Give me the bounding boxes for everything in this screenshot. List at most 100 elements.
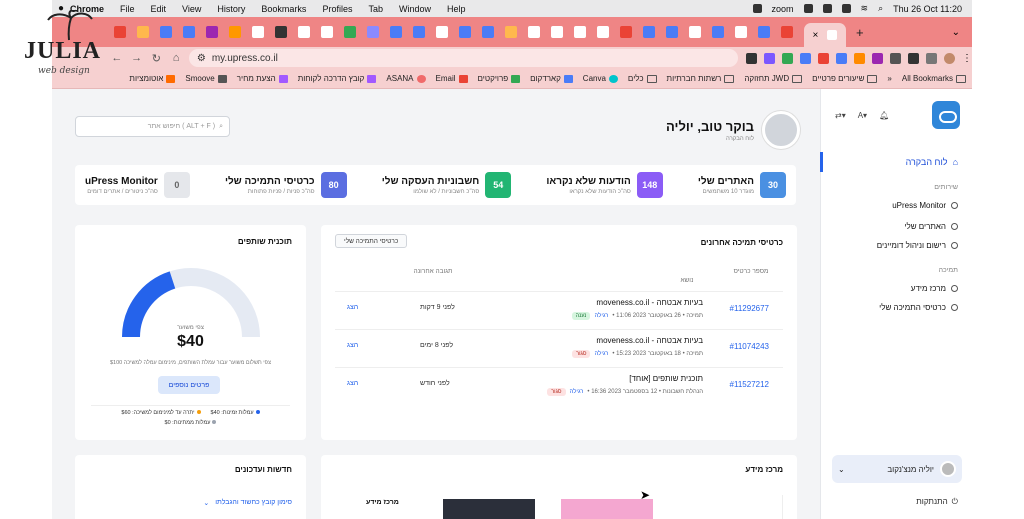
tab-favicon[interactable] (528, 26, 540, 38)
tab-favicon[interactable] (482, 26, 494, 38)
tab-favicon[interactable] (160, 26, 172, 38)
tab-favicon[interactable] (620, 26, 632, 38)
language-icon[interactable]: ⇄▾ (835, 111, 846, 120)
address-bar[interactable]: ⚙ my.upress.co.il (188, 49, 738, 67)
menu-file[interactable]: File (120, 4, 135, 14)
clock[interactable]: Thu 26 Oct 11:20 (893, 4, 962, 14)
tab-favicon[interactable] (229, 26, 241, 38)
stat-item[interactable]: 30 האתרים שלי מוגדר 10 משתמשים (698, 171, 786, 199)
ticket-number[interactable]: #11527212 (730, 380, 769, 389)
extension-icon[interactable] (799, 52, 811, 64)
status-icon[interactable] (803, 4, 813, 13)
profile-avatar[interactable] (943, 52, 955, 64)
extension-icon[interactable] (853, 52, 865, 64)
puzzle-icon[interactable] (889, 52, 901, 64)
tab-search-chevron-icon[interactable]: ⌄ (952, 27, 960, 38)
bookmarks-overflow-icon[interactable]: » (887, 74, 891, 83)
zoom-label[interactable]: zoom (772, 4, 794, 14)
stat-item[interactable]: 148 הודעות שלא נקראו סה"כ הודעות שלא נקר… (546, 171, 663, 199)
download-icon[interactable] (907, 52, 919, 64)
tab-favicon[interactable] (505, 26, 517, 38)
new-tab-button[interactable]: + (856, 25, 864, 40)
bookmark-folder[interactable]: רשתות חברתיות (667, 74, 735, 83)
translate-icon[interactable]: A▾ (858, 111, 867, 120)
tab-favicon[interactable] (735, 26, 747, 38)
news-item[interactable]: סימון קובץ כחשוד והגבלתו ⌄ (203, 499, 292, 507)
site-search-input[interactable]: חיפוש אתר ( ALT + F ) ⌕ (75, 116, 230, 137)
tab-favicon[interactable] (413, 26, 425, 38)
view-ticket-link[interactable]: הצג (347, 304, 358, 311)
back-icon[interactable]: ← (110, 52, 124, 64)
tab-favicon[interactable] (436, 26, 448, 38)
stat-item[interactable]: 80 כרטיסי התמיכה שלי סה"כ פניות / פניות … (225, 171, 347, 199)
tab-favicon[interactable] (206, 26, 218, 38)
sidebar-item-monitor[interactable]: uPress Monitor (892, 201, 958, 210)
menu-window[interactable]: Window (399, 4, 431, 14)
article-thumbnail[interactable] (561, 499, 653, 519)
tab-favicon[interactable] (137, 26, 149, 38)
menu-profiles[interactable]: Profiles (322, 4, 352, 14)
tab-favicon[interactable] (689, 26, 701, 38)
bookmark-all[interactable]: All Bookmarks (902, 74, 966, 83)
view-ticket-link[interactable]: הצג (347, 380, 358, 387)
user-menu[interactable]: יוליה מנצ'נקוב ⌄ (832, 455, 962, 483)
menu-help[interactable]: Help (447, 4, 466, 14)
url-text[interactable]: my.upress.co.il (212, 53, 278, 64)
extension-icon[interactable] (763, 52, 775, 64)
bookmark-projects[interactable]: פרויקטים (478, 74, 521, 83)
tab-favicon[interactable] (781, 26, 793, 38)
site-info-icon[interactable]: ⚙ (197, 53, 206, 64)
tab-favicon[interactable] (712, 26, 724, 38)
table-row[interactable]: #11074243 בעיות אבטחה - moveness.co.il ת… (335, 329, 783, 366)
more-details-button[interactable]: פרטים נוספים (158, 376, 220, 394)
tab-favicon[interactable] (367, 26, 379, 38)
menu-edit[interactable]: Edit (151, 4, 167, 14)
tab-favicon[interactable] (551, 26, 563, 38)
tab-favicon[interactable] (298, 26, 310, 38)
tab-favicon[interactable] (574, 26, 586, 38)
menu-history[interactable]: History (217, 4, 245, 14)
bookmark-quote[interactable]: הצעת מחיר (237, 74, 288, 83)
tab-favicon[interactable] (344, 26, 356, 38)
ticket-number[interactable]: #11292677 (730, 304, 769, 313)
tab-favicon[interactable] (643, 26, 655, 38)
sidebar-item-dashboard[interactable]: ⌂ לוח הבקרה (906, 157, 958, 167)
ticket-subject[interactable]: בעיות אבטחה - moveness.co.il (596, 298, 703, 307)
tab-favicon[interactable] (114, 26, 126, 38)
bookmark-smoove[interactable]: Smoove (185, 74, 227, 83)
bookmark-folder[interactable]: תחזוקה JWD (744, 74, 803, 83)
sidebar-item-sites[interactable]: האתרים שלי (904, 222, 958, 231)
bell-icon[interactable]: 🔔︎ (879, 111, 889, 120)
bookmark-email[interactable]: Email (436, 74, 468, 83)
forward-icon[interactable]: → (130, 52, 144, 64)
bookmark-folder[interactable]: כלים (628, 74, 657, 83)
menu-tab[interactable]: Tab (368, 4, 383, 14)
logout-link[interactable]: ⏻ התנתקות (916, 497, 958, 507)
table-row[interactable]: #11527212 תוכנית שותפים [אוחד] הנהלת חשב… (335, 367, 783, 404)
ticket-subject[interactable]: בעיות אבטחה - moveness.co.il (596, 336, 703, 345)
sidebar-item-domains[interactable]: רישום וניהול דומיינים (877, 241, 958, 250)
ticket-subject[interactable]: תוכנית שותפים [אוחד] (629, 374, 703, 383)
sidepanel-icon[interactable] (925, 52, 937, 64)
notion-icon[interactable] (822, 4, 832, 13)
tab-favicon[interactable] (183, 26, 195, 38)
sidebar-item-tickets[interactable]: כרטיסי התמיכה שלי (879, 303, 958, 312)
reload-icon[interactable]: ↻ (149, 52, 163, 65)
menu-bookmarks[interactable]: Bookmarks (261, 4, 306, 14)
ticket-number[interactable]: #11074243 (730, 342, 769, 351)
article-thumbnail[interactable] (443, 499, 535, 519)
bookmark-canva[interactable]: Canva (583, 74, 618, 83)
close-tab-icon[interactable]: × (813, 30, 819, 41)
menu-kebab-icon[interactable]: ⋮ (962, 53, 972, 64)
search-icon[interactable]: ⌕ (878, 3, 883, 14)
table-row[interactable]: #11292677 בעיות אבטחה - moveness.co.il ת… (335, 291, 783, 328)
extension-icon[interactable] (817, 52, 829, 64)
tab-favicon[interactable] (275, 26, 287, 38)
tab-favicon[interactable] (252, 26, 264, 38)
stat-item[interactable]: 54 חשבוניות העסקה שלי סה"כ חשבוניות / לא… (382, 171, 512, 199)
home-icon[interactable]: ⌂ (169, 52, 183, 64)
bookmark-guide[interactable]: קובץ הדרכה לקוחות (298, 74, 377, 83)
extension-icon[interactable] (835, 52, 847, 64)
bookmark-asana[interactable]: ASANA (386, 74, 426, 83)
sidebar-item-help-center[interactable]: מרכז מידע (911, 284, 958, 293)
